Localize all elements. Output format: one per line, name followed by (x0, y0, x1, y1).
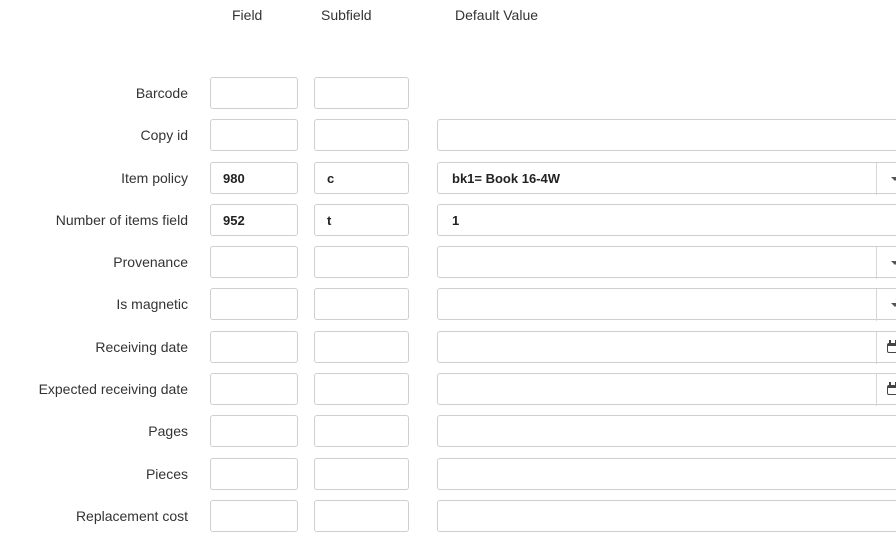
default-value-select[interactable] (437, 246, 896, 279)
subfield-input[interactable] (314, 77, 409, 109)
subfield-input[interactable] (314, 119, 409, 151)
field-input[interactable] (210, 500, 298, 532)
row-label: Provenance (113, 254, 188, 270)
default-value-text: 1 (452, 213, 460, 228)
row-label: Receiving date (95, 339, 188, 355)
field-input[interactable] (210, 458, 298, 490)
column-header-default-value: Default Value (455, 7, 539, 23)
chevron-down-icon (891, 177, 896, 181)
default-value-select[interactable]: bk1= Book 16-4W (437, 162, 896, 195)
chevron-down-icon (891, 303, 896, 307)
default-value-text: bk1= Book 16-4W (452, 171, 561, 186)
dropdown-toggle[interactable] (876, 163, 896, 195)
field-input[interactable] (210, 415, 298, 447)
row-label: Number of items field (55, 212, 188, 228)
column-header-subfield: Subfield (321, 7, 372, 23)
default-value-input[interactable] (437, 119, 896, 151)
field-input[interactable]: 980 (210, 162, 298, 194)
default-value-input[interactable] (437, 415, 896, 447)
row-label: Expected receiving date (38, 381, 188, 397)
subfield-input[interactable]: c (314, 162, 409, 194)
row-label: Pieces (145, 466, 188, 482)
subfield-input[interactable] (314, 415, 409, 447)
mapping-row: Number of items field 952 t 1 (0, 204, 896, 238)
subfield-input[interactable] (314, 331, 409, 363)
calendar-icon (887, 382, 896, 395)
mapping-row: Pieces (0, 458, 896, 492)
dropdown-toggle[interactable] (876, 289, 896, 321)
subfield-input[interactable] (314, 500, 409, 532)
row-label: Is magnetic (116, 296, 188, 312)
default-value-select[interactable] (437, 288, 896, 321)
mapping-row: Provenance (0, 246, 896, 280)
mapping-row: Expected receiving date (0, 373, 896, 407)
chevron-down-icon (891, 261, 896, 265)
subfield-input[interactable] (314, 246, 409, 278)
default-value-input[interactable] (437, 500, 896, 532)
default-value-date[interactable] (437, 373, 896, 406)
default-value-input[interactable] (437, 458, 896, 490)
field-input[interactable] (210, 288, 298, 320)
field-input[interactable] (210, 77, 298, 109)
mapping-row: Is magnetic (0, 288, 896, 322)
row-label: Barcode (135, 85, 188, 101)
field-input[interactable]: 952 (210, 204, 298, 236)
field-input[interactable] (210, 246, 298, 278)
default-value-input[interactable]: 1 (437, 204, 896, 236)
calendar-icon (887, 340, 896, 353)
field-input[interactable] (210, 373, 298, 405)
dropdown-toggle[interactable] (876, 247, 896, 279)
field-input[interactable] (210, 331, 298, 363)
subfield-input[interactable] (314, 373, 409, 405)
row-label: Pages (148, 423, 188, 439)
row-label: Replacement cost (75, 508, 188, 524)
column-header-field: Field (232, 7, 263, 23)
row-label: Item policy (121, 170, 188, 186)
subfield-input[interactable] (314, 458, 409, 490)
subfield-input[interactable]: t (314, 204, 409, 236)
mapping-row: Item policy 980 c bk1= Book 16-4W (0, 162, 896, 196)
row-label: Copy id (140, 127, 188, 143)
field-input[interactable] (210, 119, 298, 151)
date-picker-button[interactable] (876, 374, 896, 406)
default-value-date[interactable] (437, 331, 896, 364)
subfield-input[interactable] (314, 288, 409, 320)
mapping-row: Copy id (0, 119, 896, 153)
mapping-row: Barcode (0, 77, 896, 111)
mapping-row: Receiving date (0, 331, 896, 365)
mapping-row: Pages (0, 415, 896, 449)
date-picker-button[interactable] (876, 332, 896, 364)
